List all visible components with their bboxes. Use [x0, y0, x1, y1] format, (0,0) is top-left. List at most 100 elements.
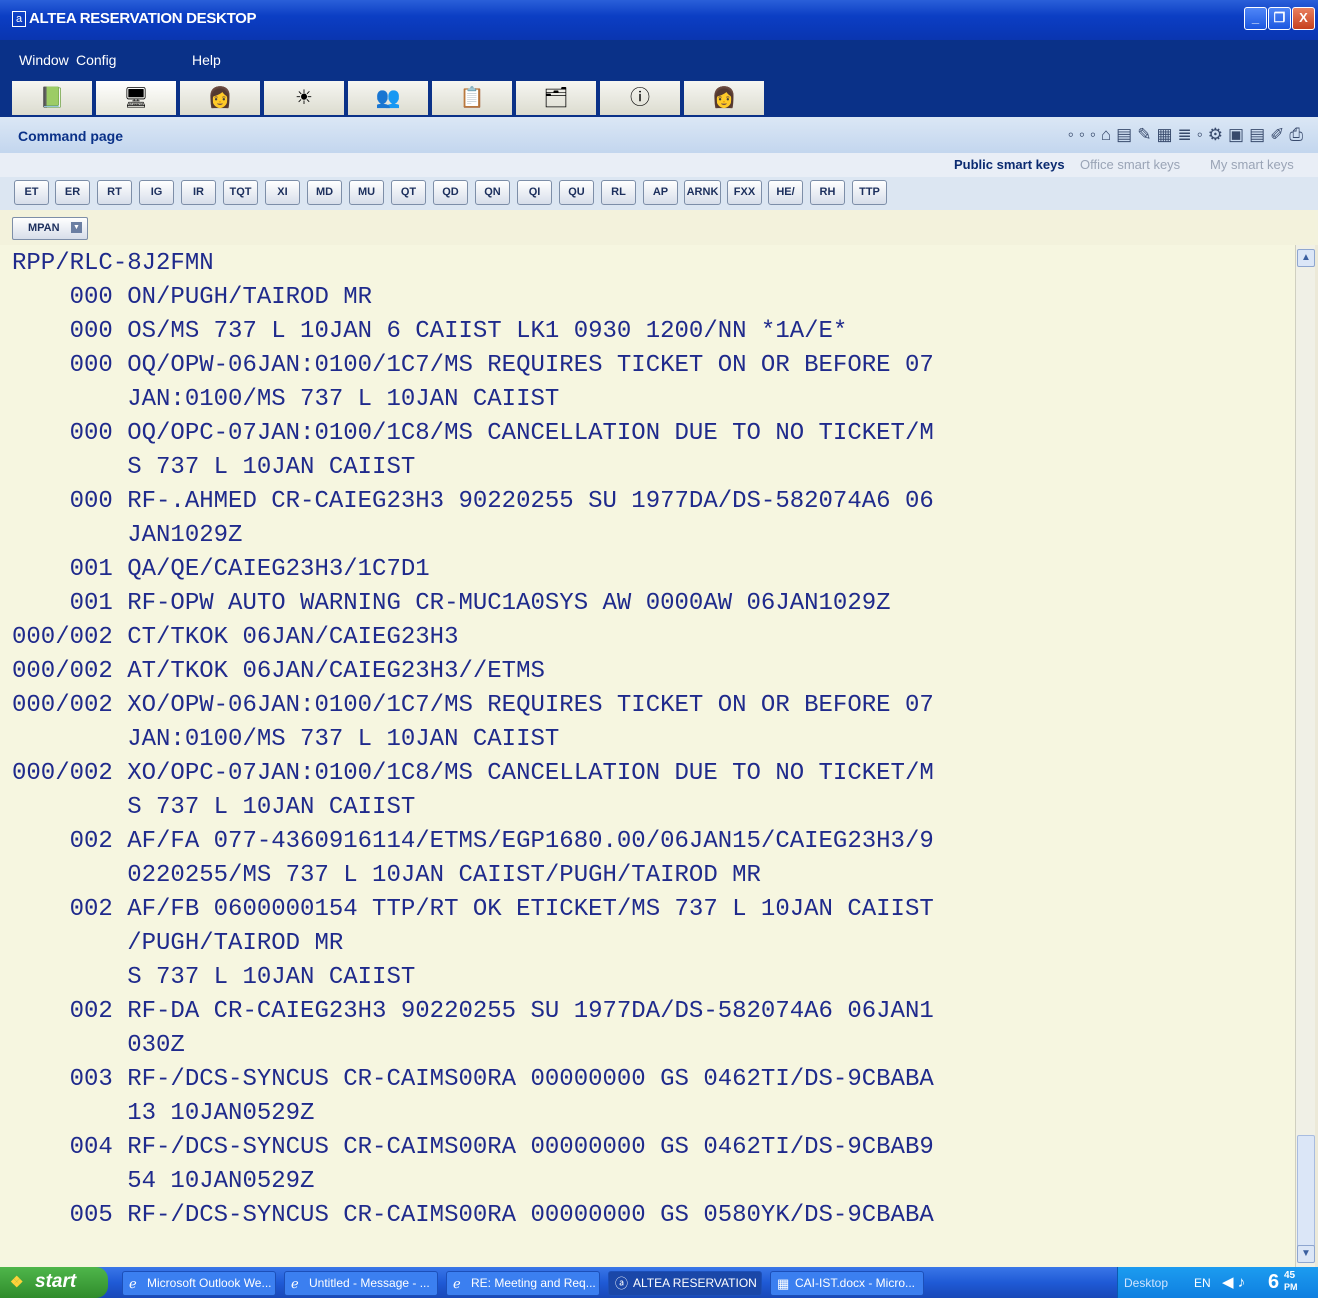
sun-icon[interactable]: ☀: [264, 81, 346, 115]
screen-line: 000 RF-.AHMED CR-CAIEG23H3 90220255 SU 1…: [12, 488, 934, 515]
screen-line: 002 AF/FA 077-4360916114/ETMS/EGP1680.00…: [12, 828, 934, 855]
smart-key[interactable]: TTP: [852, 180, 887, 205]
desktop-toolbar-label[interactable]: Desktop: [1124, 1276, 1168, 1290]
scroll-up-icon[interactable]: ▲: [1297, 249, 1315, 267]
menu-bar: Window Config Help: [0, 40, 1318, 79]
title-bar: a ALTEA RESERVATION DESKTOP _ ❐ X: [0, 0, 1318, 40]
screen-line: 000 OQ/OPW-06JAN:0100/1C7/MS REQUIRES TI…: [12, 352, 934, 379]
start-label: start: [35, 1271, 77, 1292]
smart-key[interactable]: QI: [517, 180, 552, 205]
clipboard-icon[interactable]: 📋: [432, 81, 514, 115]
screen-line: /PUGH/TAIROD MR: [12, 930, 344, 957]
taskbar-item-word[interactable]: ▦ CAI-IST.docx - Micro...: [770, 1271, 924, 1296]
smart-key[interactable]: MD: [307, 180, 342, 205]
screen-line: 030Z: [12, 1032, 185, 1059]
tray-icons[interactable]: ◀ ♪: [1222, 1273, 1245, 1291]
screen-line: 54 10JAN0529Z: [12, 1168, 315, 1195]
taskbar-item-outlook[interactable]: ℯ Microsoft Outlook We...: [122, 1271, 276, 1296]
smart-key[interactable]: ER: [55, 180, 90, 205]
menu-config[interactable]: Config: [76, 52, 116, 68]
smart-key[interactable]: TQT: [223, 180, 258, 205]
taskbar-item-altea[interactable]: ⓐ ALTEA RESERVATION...: [608, 1271, 762, 1296]
screen-line: S 737 L 10JAN CAIIST: [12, 454, 416, 481]
mpan-bar: MPAN ▼: [0, 210, 1318, 245]
clock-ampm: PM: [1284, 1282, 1298, 1292]
close-button[interactable]: X: [1292, 7, 1315, 30]
screen-line: JAN1029Z: [12, 522, 243, 549]
scroll-down-icon[interactable]: ▼: [1297, 1245, 1315, 1263]
smart-key[interactable]: ARNK: [684, 180, 721, 205]
maximize-button[interactable]: ❐: [1268, 7, 1291, 30]
smart-keys-bar: ET ER RT IG IR TQT XI MD MU QT QD QN QI …: [0, 177, 1318, 210]
taskbar-item-message[interactable]: ℯ Untitled - Message - ...: [284, 1271, 438, 1296]
screen-line: 000 OQ/OPC-07JAN:0100/1C8/MS CANCELLATIO…: [12, 420, 934, 447]
terminal-icon[interactable]: 🖥: [96, 81, 178, 115]
smart-key[interactable]: QN: [475, 180, 510, 205]
smart-key[interactable]: FXX: [727, 180, 762, 205]
mpan-label: MPAN: [28, 222, 60, 234]
word-icon: ▦: [777, 1276, 790, 1291]
screen-line: 005 RF-/DCS-SYNCUS CR-CAIMS00RA 00000000…: [12, 1202, 934, 1229]
taskbar-item-label: Untitled - Message - ...: [309, 1276, 430, 1290]
screen-line: JAN:0100/MS 737 L 10JAN CAIIST: [12, 386, 560, 413]
smart-key[interactable]: HE/: [768, 180, 803, 205]
smart-key[interactable]: IG: [139, 180, 174, 205]
command-screen[interactable]: RPP/RLC-8J2FMN 000 ON/PUGH/TAIROD MR 000…: [0, 245, 1295, 1267]
smart-key[interactable]: RT: [97, 180, 132, 205]
screen-line: 13 10JAN0529Z: [12, 1100, 315, 1127]
toolbar: 📗 🖥 👩 ☀ 👥 📋 🗂 ⓘ 👩: [0, 79, 1318, 117]
smart-key[interactable]: RL: [601, 180, 636, 205]
smart-key[interactable]: RH: [810, 180, 845, 205]
screen-line: 002 AF/FB 0600000154 TTP/RT OK ETICKET/M…: [12, 896, 934, 923]
screen-line: 000/002 XO/OPC-07JAN:0100/1C8/MS CANCELL…: [12, 760, 934, 787]
screen-line: S 737 L 10JAN CAIIST: [12, 794, 416, 821]
smart-key[interactable]: MU: [349, 180, 384, 205]
minimize-button[interactable]: _: [1244, 7, 1267, 30]
book-icon[interactable]: 📗: [12, 81, 94, 115]
vertical-scrollbar[interactable]: ▲ ▼: [1295, 245, 1315, 1267]
screen-line: 001 RF-OPW AUTO WARNING CR-MUC1A0SYS AW …: [12, 590, 891, 617]
smart-key[interactable]: QT: [391, 180, 426, 205]
ie-icon: ℯ: [453, 1276, 461, 1291]
smart-key[interactable]: ET: [14, 180, 49, 205]
clock-hour: 6: [1268, 1271, 1280, 1293]
smart-key[interactable]: QD: [433, 180, 468, 205]
start-button[interactable]: ❖ start: [0, 1267, 108, 1298]
taskbar-item-meeting[interactable]: ℯ RE: Meeting and Req...: [446, 1271, 600, 1296]
menu-help[interactable]: Help: [192, 52, 221, 68]
chevron-down-icon: ▼: [71, 222, 82, 233]
window-title: ALTEA RESERVATION DESKTOP: [29, 10, 257, 27]
taskbar-item-label: ALTEA RESERVATION...: [633, 1276, 757, 1290]
smart-key[interactable]: XI: [265, 180, 300, 205]
screen-line: 000 OS/MS 737 L 10JAN 6 CAIIST LK1 0930 …: [12, 318, 848, 345]
clock-minute: 45: [1284, 1270, 1296, 1281]
screen-line: RPP/RLC-8J2FMN: [12, 250, 214, 277]
menu-window[interactable]: Window: [19, 52, 69, 68]
agent-icon[interactable]: 👩: [180, 81, 262, 115]
windows-flag-icon: ❖: [10, 1274, 24, 1291]
screen-line: 001 QA/QE/CAIEG23H3/1C7D1: [12, 556, 430, 583]
ie-icon: ℯ: [129, 1276, 137, 1291]
command-page-label: Command page: [18, 128, 124, 144]
language-indicator[interactable]: EN: [1194, 1276, 1211, 1290]
agent-icon[interactable]: 👩: [684, 81, 766, 115]
mpan-dropdown[interactable]: MPAN ▼: [12, 217, 88, 240]
taskbar-item-label: RE: Meeting and Req...: [471, 1276, 595, 1290]
smart-keys-tabs: Public smart keys Office smart keys My s…: [0, 153, 1318, 177]
people-icon[interactable]: 👥: [348, 81, 430, 115]
command-toolbar-icons[interactable]: ◦◦◦⌂▤✎▦≣◦⚙▣▤✐⎙: [1068, 125, 1308, 145]
scroll-thumb[interactable]: [1297, 1135, 1315, 1247]
files-icon[interactable]: 🗂: [516, 81, 598, 115]
screen-line: S 737 L 10JAN CAIIST: [12, 964, 416, 991]
info-icon[interactable]: ⓘ: [600, 81, 682, 115]
screen-line: 000/002 CT/TKOK 06JAN/CAIEG23H3: [12, 624, 459, 651]
screen-line: 004 RF-/DCS-SYNCUS CR-CAIMS00RA 00000000…: [12, 1134, 934, 1161]
screen-line: 000/002 XO/OPW-06JAN:0100/1C7/MS REQUIRE…: [12, 692, 934, 719]
tab-public-smart-keys[interactable]: Public smart keys: [946, 155, 1073, 175]
command-page-bar: Command page ◦◦◦⌂▤✎▦≣◦⚙▣▤✐⎙: [0, 117, 1318, 153]
smart-key[interactable]: IR: [181, 180, 216, 205]
tab-office-smart-keys[interactable]: Office smart keys: [1072, 155, 1188, 175]
smart-key[interactable]: AP: [643, 180, 678, 205]
tab-my-smart-keys[interactable]: My smart keys: [1202, 155, 1302, 175]
smart-key[interactable]: QU: [559, 180, 594, 205]
